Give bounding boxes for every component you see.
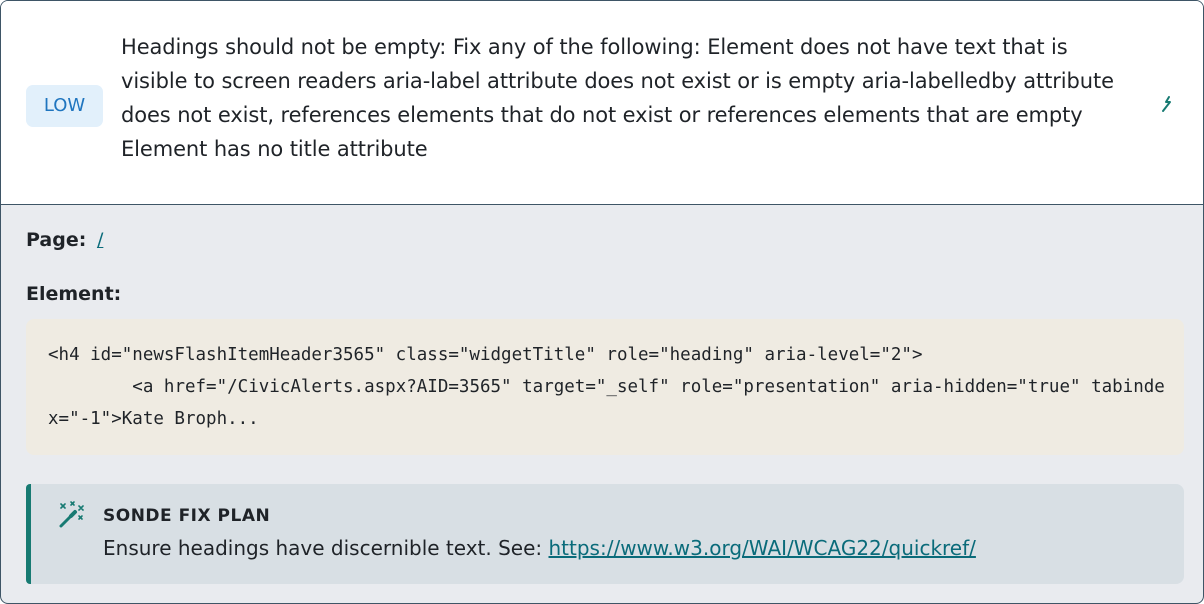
edit-icon[interactable] bbox=[1155, 93, 1177, 115]
element-code-block: <h4 id="newsFlashItemHeader3565" class="… bbox=[26, 319, 1184, 455]
page-link[interactable]: / bbox=[97, 229, 103, 251]
element-label: Element: bbox=[26, 283, 122, 305]
page-field: Page: / bbox=[26, 229, 103, 251]
issue-card: LOW Headings should not be empty: Fix an… bbox=[0, 0, 1204, 604]
severity-badge: LOW bbox=[26, 85, 103, 127]
fix-plan-link[interactable]: https://www.w3.org/WAI/WCAG22/quickref/ bbox=[549, 536, 976, 560]
issue-detail: Page: / Element: <h4 id="newsFlashItemHe… bbox=[1, 205, 1203, 603]
fix-plan-panel: SONDE FIX PLAN Ensure headings have disc… bbox=[26, 484, 1184, 584]
fix-plan-title: SONDE FIX PLAN bbox=[103, 506, 271, 526]
issue-description: Headings should not be empty: Fix any of… bbox=[121, 35, 1114, 161]
element-code: <h4 id="newsFlashItemHeader3565" class="… bbox=[48, 345, 1165, 429]
fix-plan-description: Ensure headings have discernible text. S… bbox=[103, 536, 549, 560]
fix-plan-text: Ensure headings have discernible text. S… bbox=[103, 536, 976, 560]
issue-summary[interactable]: LOW Headings should not be empty: Fix an… bbox=[1, 1, 1203, 205]
magic-wand-icon bbox=[59, 501, 84, 528]
page-label: Page: bbox=[26, 229, 87, 251]
